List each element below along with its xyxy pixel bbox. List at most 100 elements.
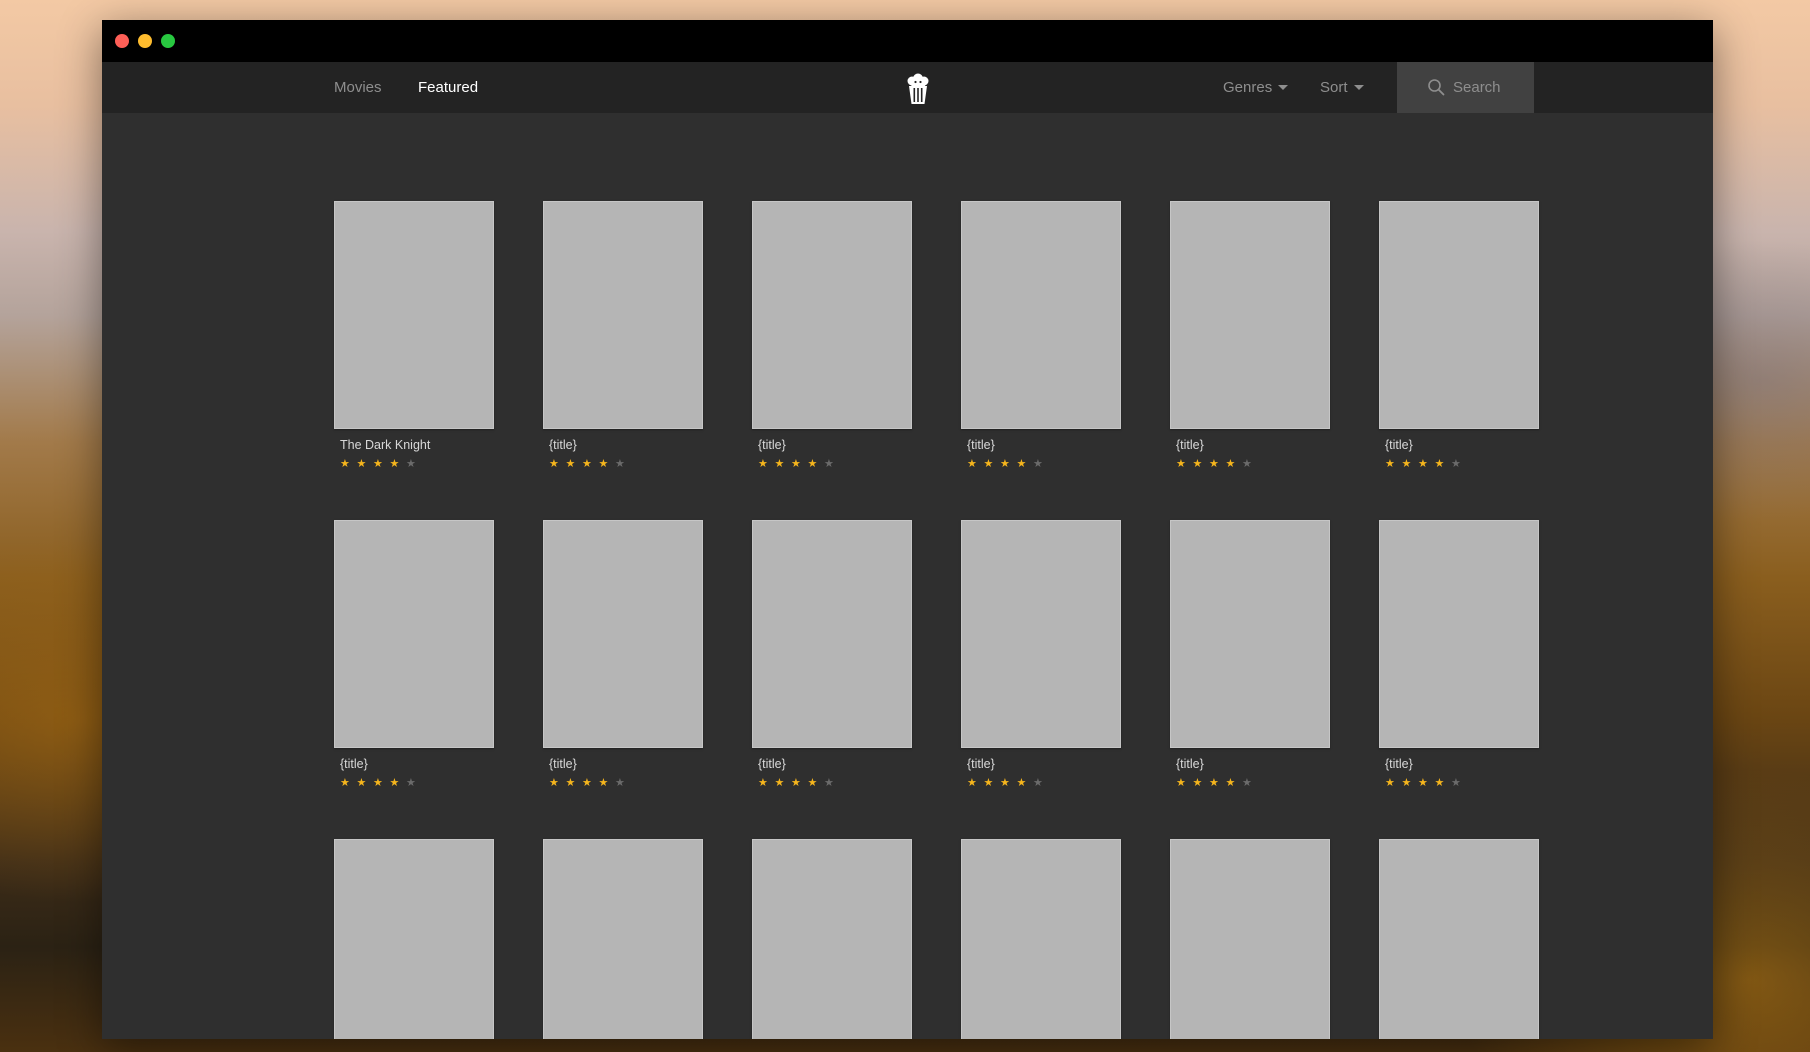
movie-poster[interactable] [543,839,703,1039]
star-icon: ★ [356,458,367,470]
star-rating: ★ ★ ★ ★ ★ [1176,777,1330,789]
star-rating: ★ ★ ★ ★ ★ [340,777,494,789]
movie-card[interactable]: {title} ★ ★ ★ ★ ★ [543,201,703,470]
star-icon: ★ [598,458,609,470]
movie-title[interactable]: The Dark Knight [340,437,494,453]
movie-poster[interactable] [1170,201,1330,429]
star-icon: ★ [406,777,416,789]
nav-movies-link[interactable]: Movies [334,62,382,113]
movie-card[interactable]: {title} ★ ★ ★ ★ ★ [334,520,494,789]
movie-poster[interactable] [961,839,1121,1039]
star-icon: ★ [615,458,625,470]
star-icon: ★ [1385,777,1395,789]
star-rating: ★ ★ ★ ★ ★ [1176,458,1330,470]
title-bar [102,20,1713,62]
star-icon: ★ [1000,458,1010,470]
movie-card[interactable]: {title} ★ ★ ★ ★ ★ [1170,201,1330,470]
movie-card[interactable] [752,839,912,1039]
movie-poster[interactable] [1379,520,1539,748]
movie-card[interactable]: {title} ★ ★ ★ ★ ★ [961,520,1121,789]
movie-title[interactable]: {title} [549,437,703,453]
movie-poster[interactable] [334,201,494,429]
movie-title[interactable]: {title} [1385,437,1539,453]
movie-poster[interactable] [961,520,1121,748]
star-icon: ★ [373,458,383,470]
star-icon: ★ [1418,777,1428,789]
star-icon: ★ [1000,777,1010,789]
star-icon: ★ [774,777,785,789]
movie-poster[interactable] [1170,520,1330,748]
movie-poster[interactable] [1379,839,1539,1039]
movie-title[interactable]: {title} [1176,437,1330,453]
star-icon: ★ [1451,777,1461,789]
star-rating: ★ ★ ★ ★ ★ [549,777,703,789]
movie-card[interactable]: {title} ★ ★ ★ ★ ★ [752,201,912,470]
star-icon: ★ [373,777,383,789]
sort-dropdown[interactable]: Sort [1320,62,1364,113]
movie-title[interactable]: {title} [758,437,912,453]
movie-poster[interactable] [543,520,703,748]
star-icon: ★ [1176,777,1186,789]
maximize-window-button[interactable] [161,34,175,48]
genres-dropdown[interactable]: Genres [1223,62,1289,113]
minimize-window-button[interactable] [138,34,152,48]
movie-title[interactable]: {title} [967,756,1121,772]
movie-card[interactable] [543,839,703,1039]
star-icon: ★ [406,458,416,470]
star-icon: ★ [1176,458,1186,470]
star-icon: ★ [1434,777,1445,789]
star-icon: ★ [791,458,801,470]
star-rating: ★ ★ ★ ★ ★ [340,458,494,470]
star-icon: ★ [807,458,818,470]
movie-card[interactable]: {title} ★ ★ ★ ★ ★ [1170,520,1330,789]
movie-title[interactable]: {title} [1385,756,1539,772]
movie-poster[interactable] [752,839,912,1039]
movie-title[interactable]: {title} [340,756,494,772]
sort-label: Sort [1320,79,1348,96]
movie-poster[interactable] [543,201,703,429]
star-icon: ★ [1033,777,1043,789]
star-icon: ★ [582,458,592,470]
star-icon: ★ [356,777,367,789]
movie-title[interactable]: {title} [549,756,703,772]
movie-card[interactable] [1379,839,1539,1039]
movie-card[interactable]: The Dark Knight ★ ★ ★ ★ ★ [334,201,494,470]
movie-poster[interactable] [334,520,494,748]
star-rating: ★ ★ ★ ★ ★ [1385,458,1539,470]
movie-card[interactable]: {title} ★ ★ ★ ★ ★ [543,520,703,789]
star-icon: ★ [774,458,785,470]
star-icon: ★ [791,777,801,789]
top-navbar: Movies Featured Genres Sort [102,62,1713,113]
star-rating: ★ ★ ★ ★ ★ [1385,777,1539,789]
movie-poster[interactable] [961,201,1121,429]
star-icon: ★ [1225,458,1236,470]
movie-poster[interactable] [334,839,494,1039]
movie-card[interactable] [1170,839,1330,1039]
movie-poster[interactable] [1170,839,1330,1039]
app-window: Movies Featured Genres Sort The Dark Kni… [102,20,1713,1039]
movie-title[interactable]: {title} [758,756,912,772]
star-icon: ★ [1033,458,1043,470]
chevron-down-icon [1353,84,1364,90]
movie-poster[interactable] [1379,201,1539,429]
star-icon: ★ [1242,458,1252,470]
movie-poster[interactable] [752,201,912,429]
movie-title[interactable]: {title} [967,437,1121,453]
star-icon: ★ [807,777,818,789]
star-icon: ★ [565,777,576,789]
movie-card[interactable]: {title} ★ ★ ★ ★ ★ [1379,201,1539,470]
movie-title[interactable]: {title} [1176,756,1330,772]
movie-card[interactable]: {title} ★ ★ ★ ★ ★ [1379,520,1539,789]
movie-card[interactable] [961,839,1121,1039]
star-icon: ★ [1242,777,1252,789]
star-icon: ★ [1434,458,1445,470]
popcorn-icon[interactable] [903,73,933,105]
close-window-button[interactable] [115,34,129,48]
movie-card[interactable]: {title} ★ ★ ★ ★ ★ [961,201,1121,470]
movie-card[interactable] [334,839,494,1039]
nav-featured-link[interactable]: Featured [418,62,478,113]
search-box[interactable] [1397,62,1534,113]
search-input[interactable] [1453,62,1529,113]
movie-poster[interactable] [752,520,912,748]
movie-card[interactable]: {title} ★ ★ ★ ★ ★ [752,520,912,789]
